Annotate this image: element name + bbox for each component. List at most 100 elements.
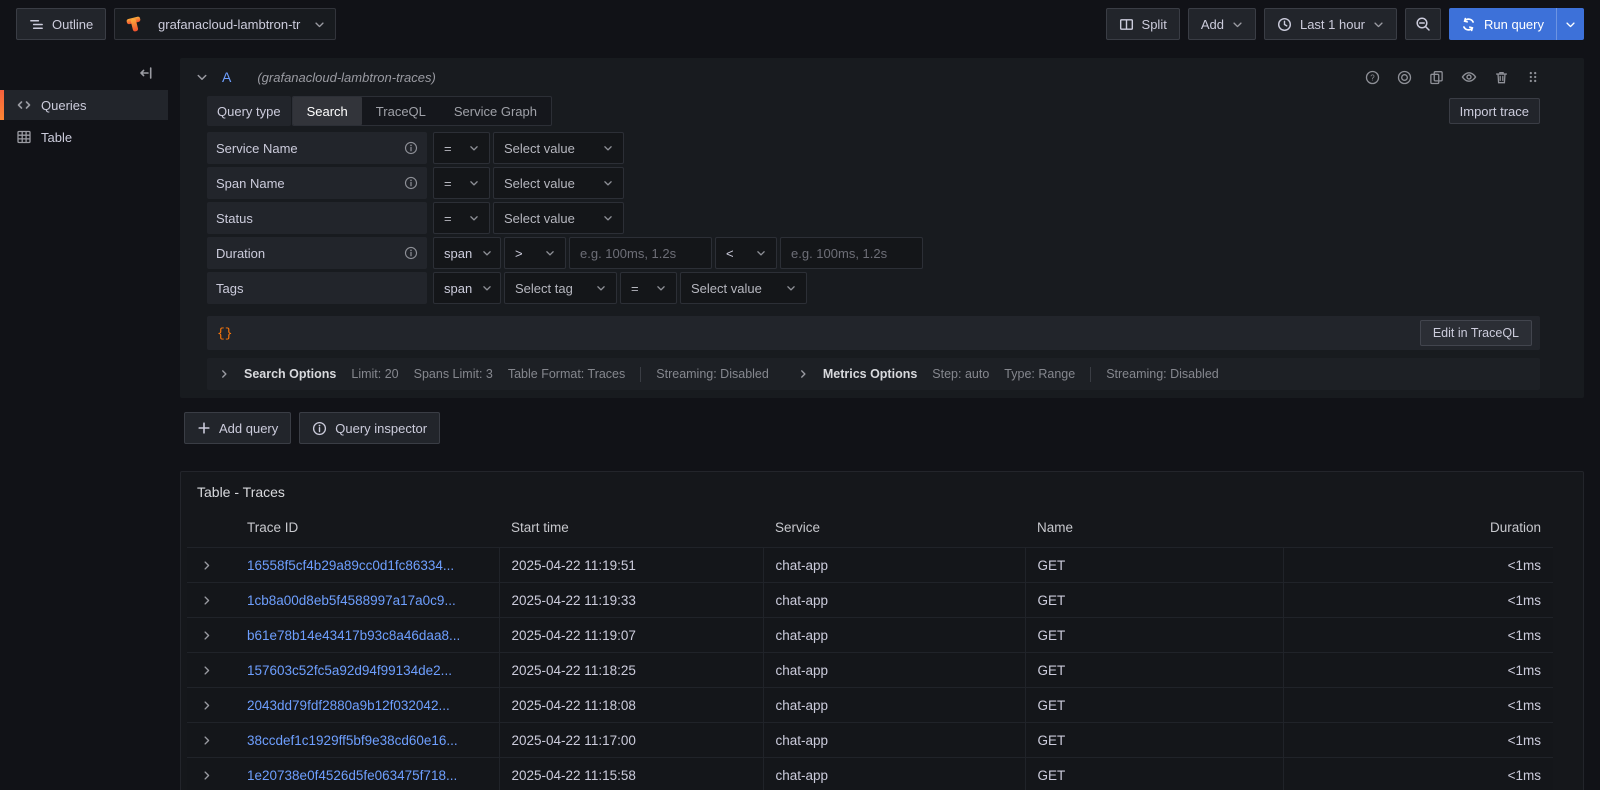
tags-tag-select[interactable]: Select tag <box>504 272 617 304</box>
import-trace-button[interactable]: Import trace <box>1449 98 1540 124</box>
hide-response-icon[interactable] <box>1461 69 1477 85</box>
service-name-value-select[interactable]: Select value <box>493 132 624 164</box>
status-operator-select[interactable]: = <box>433 202 490 234</box>
duration-min-input[interactable] <box>569 237 712 269</box>
add-label: Add <box>1201 17 1224 32</box>
tab-traceql[interactable]: TraceQL <box>362 97 440 125</box>
table-row[interactable]: 1e20738e0f4526d5fe063475f718... 2025-04-… <box>187 758 1553 790</box>
query-inspector-button[interactable]: Query inspector <box>299 412 440 444</box>
content-outline-sidebar: Queries Table <box>0 48 168 790</box>
trace-id-link[interactable]: 1e20738e0f4526d5fe063475f718... <box>247 768 457 783</box>
column-header-duration[interactable]: Duration <box>1283 516 1553 548</box>
search-options-title[interactable]: Search Options <box>244 367 336 381</box>
sidebar-item-queries[interactable]: Queries <box>0 90 168 120</box>
edit-in-traceql-button[interactable]: Edit in TraceQL <box>1420 320 1532 346</box>
tab-search[interactable]: Search <box>293 97 362 125</box>
duration-cell: <1ms <box>1283 548 1553 583</box>
metrics-options-expander-icon[interactable] <box>798 369 808 379</box>
tags-operator-select[interactable]: = <box>620 272 677 304</box>
add-query-button[interactable]: Add query <box>184 412 291 444</box>
query-type-label: Query type <box>207 96 291 126</box>
collapse-query-icon[interactable] <box>196 71 208 83</box>
duration-lt-operator-select[interactable]: < <box>715 237 777 269</box>
row-expander-icon[interactable] <box>187 723 235 758</box>
span-name-value-select[interactable]: Select value <box>493 167 624 199</box>
operator-value: = <box>444 211 452 226</box>
table-grid-icon <box>16 129 32 145</box>
zoom-out-time-button[interactable] <box>1405 8 1441 40</box>
trace-id-link[interactable]: 16558f5cf4b29a89cc0d1fc86334... <box>247 558 454 573</box>
trace-id-link[interactable]: 157603c52fc5a92d94f99134de2... <box>247 663 452 678</box>
tab-service-graph[interactable]: Service Graph <box>440 97 551 125</box>
disable-query-icon[interactable] <box>1397 70 1412 85</box>
span-name-operator-select[interactable]: = <box>433 167 490 199</box>
table-row[interactable]: b61e78b14e43417b93c8a46daa8... 2025-04-2… <box>187 618 1553 653</box>
metrics-options-step: Step: auto <box>932 367 989 381</box>
time-range-picker[interactable]: Last 1 hour <box>1264 8 1397 40</box>
sidebar-item-table[interactable]: Table <box>0 122 168 152</box>
select-placeholder: Select value <box>504 141 575 156</box>
run-query-button[interactable]: Run query <box>1449 8 1584 40</box>
drag-handle-icon[interactable] <box>1526 70 1540 84</box>
traceql-preview: {} <box>217 326 233 341</box>
duration-scope-select[interactable]: span <box>433 237 501 269</box>
outline-button[interactable]: Outline <box>16 8 106 40</box>
row-expander-icon[interactable] <box>187 548 235 583</box>
tags-label: Tags <box>216 281 243 296</box>
column-header-start-time[interactable]: Start time <box>499 516 763 548</box>
duration-gt-operator-select[interactable]: > <box>504 237 566 269</box>
scope-value: span <box>444 246 472 261</box>
operator-value: < <box>726 246 734 261</box>
traces-table-body: 16558f5cf4b29a89cc0d1fc86334... 2025-04-… <box>187 548 1553 790</box>
row-expander-icon[interactable] <box>187 653 235 688</box>
row-expander-icon[interactable] <box>187 618 235 653</box>
metrics-options-streaming: Streaming: Disabled <box>1106 367 1219 381</box>
name-cell: GET <box>1025 688 1283 723</box>
table-header-row: Trace ID Start time Service Name Duratio… <box>187 516 1553 548</box>
run-query-dropdown[interactable] <box>1556 8 1584 40</box>
remove-query-icon[interactable] <box>1494 70 1509 85</box>
start-time-cell: 2025-04-22 11:19:51 <box>499 548 763 583</box>
table-row[interactable]: 2043dd79fdf2880a9b12f032042... 2025-04-2… <box>187 688 1553 723</box>
operator-value: = <box>444 141 452 156</box>
table-row[interactable]: 157603c52fc5a92d94f99134de2... 2025-04-2… <box>187 653 1553 688</box>
duration-cell: <1ms <box>1283 653 1553 688</box>
datasource-picker[interactable]: grafanacloud-lambtron-tr <box>114 8 336 40</box>
metrics-options-title[interactable]: Metrics Options <box>823 367 917 381</box>
chevron-down-icon <box>756 248 766 258</box>
trace-id-link[interactable]: 1cb8a00d8eb5f4588997a17a0c9... <box>247 593 456 608</box>
row-expander-icon[interactable] <box>187 583 235 618</box>
search-options-expander-icon[interactable] <box>219 369 229 379</box>
start-time-cell: 2025-04-22 11:19:07 <box>499 618 763 653</box>
column-header-trace-id[interactable]: Trace ID <box>235 516 499 548</box>
row-expander-icon[interactable] <box>187 688 235 723</box>
copy-query-icon[interactable] <box>1429 70 1444 85</box>
trace-id-link[interactable]: 2043dd79fdf2880a9b12f032042... <box>247 698 450 713</box>
info-icon[interactable] <box>404 176 418 190</box>
table-row[interactable]: 1cb8a00d8eb5f4588997a17a0c9... 2025-04-2… <box>187 583 1553 618</box>
column-header-service[interactable]: Service <box>763 516 1025 548</box>
collapse-outline-icon[interactable] <box>138 65 154 81</box>
service-name-operator-select[interactable]: = <box>433 132 490 164</box>
duration-max-input[interactable] <box>780 237 923 269</box>
status-value-select[interactable]: Select value <box>493 202 624 234</box>
chevron-down-icon <box>596 283 606 293</box>
table-row[interactable]: 16558f5cf4b29a89cc0d1fc86334... 2025-04-… <box>187 548 1553 583</box>
split-icon <box>1119 17 1134 32</box>
split-button[interactable]: Split <box>1106 8 1180 40</box>
duration-cell: <1ms <box>1283 583 1553 618</box>
info-icon[interactable] <box>404 141 418 155</box>
row-expander-icon[interactable] <box>187 758 235 790</box>
add-button[interactable]: Add <box>1188 8 1256 40</box>
trace-id-link[interactable]: 38ccdef1c1929ff5bf9e38cd60e16... <box>247 733 458 748</box>
query-ref-id: A <box>222 69 231 85</box>
tags-value-select[interactable]: Select value <box>680 272 807 304</box>
table-row[interactable]: 38ccdef1c1929ff5bf9e38cd60e16... 2025-04… <box>187 723 1553 758</box>
tags-scope-select[interactable]: span <box>433 272 501 304</box>
trace-id-link[interactable]: b61e78b14e43417b93c8a46daa8... <box>247 628 460 643</box>
search-options-table-format: Table Format: Traces <box>508 367 625 381</box>
help-icon[interactable]: ? <box>1365 70 1380 85</box>
operator-value: = <box>631 281 639 296</box>
column-header-name[interactable]: Name <box>1025 516 1283 548</box>
info-icon[interactable] <box>404 246 418 260</box>
